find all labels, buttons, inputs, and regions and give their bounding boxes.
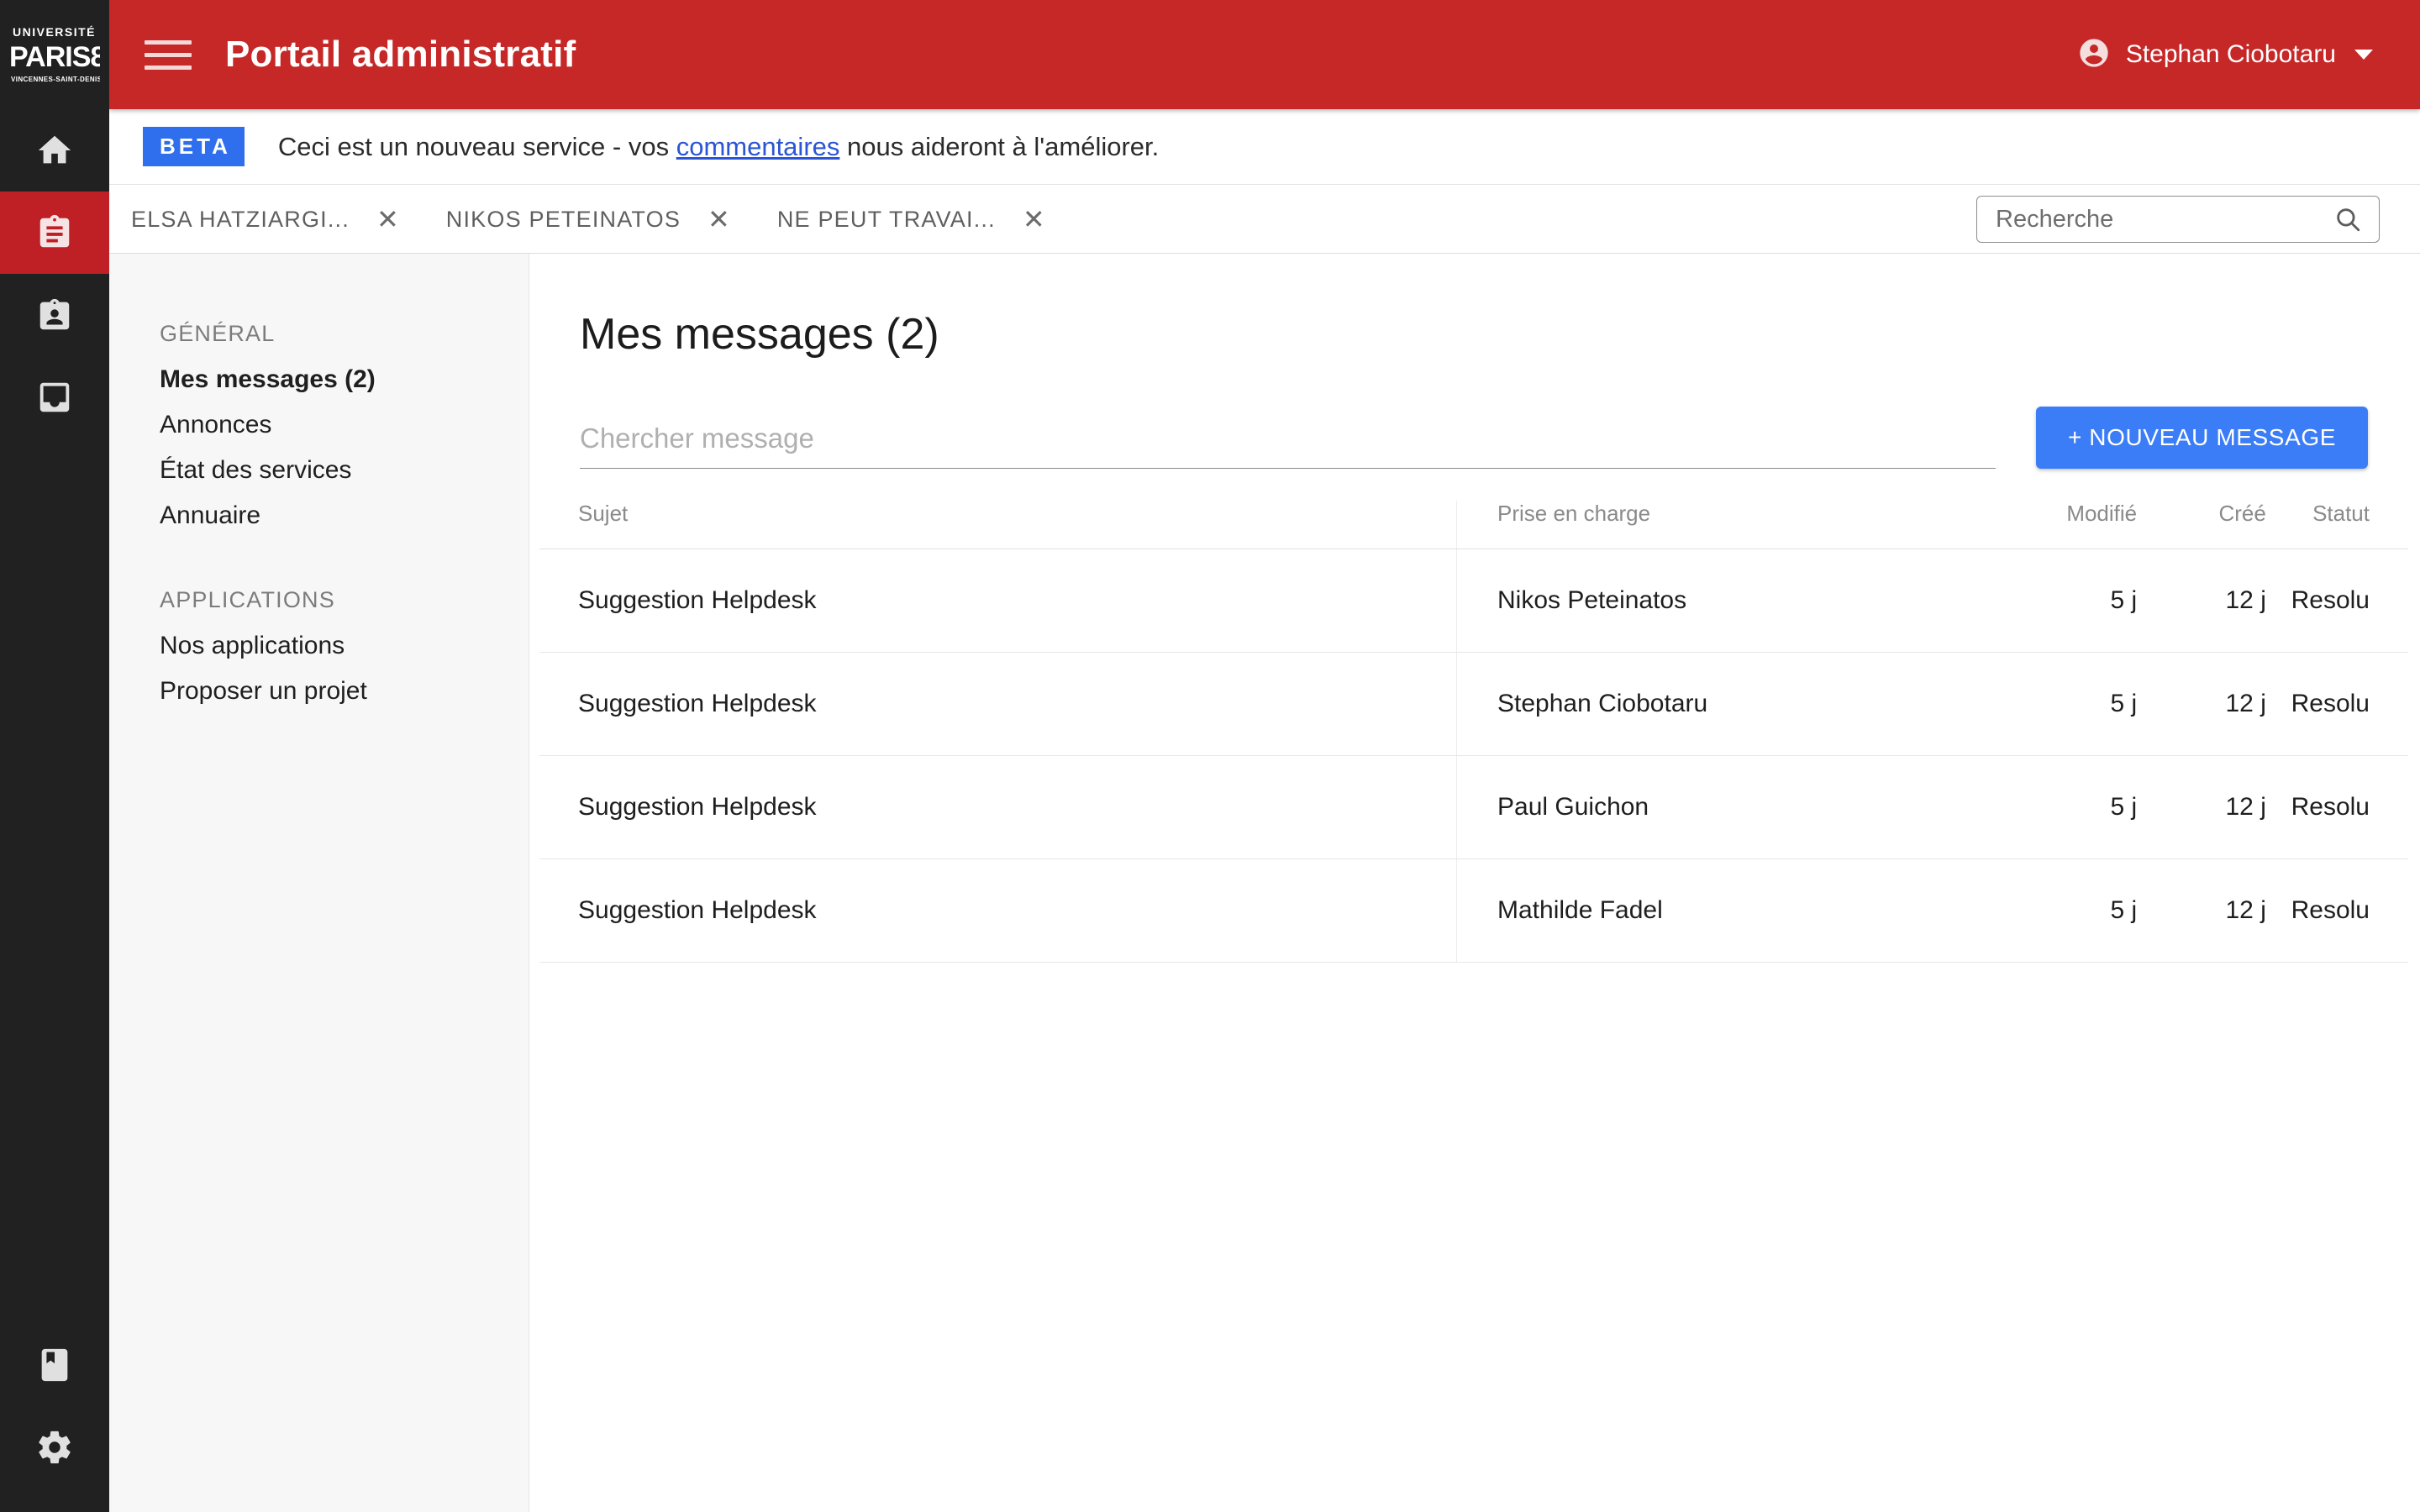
account-circle-icon xyxy=(2077,36,2111,74)
page-sidebar: GÉNÉRAL Mes messages (2) Annonces État d… xyxy=(109,254,529,1512)
rail-item-home[interactable] xyxy=(0,109,109,192)
column-header-modifie[interactable]: Modifié xyxy=(2007,501,2137,549)
sidebar-item-annonces[interactable]: Annonces xyxy=(109,402,529,448)
page-title: Mes messages (2) xyxy=(529,254,2420,360)
cell-sujet: Suggestion Helpdesk xyxy=(539,756,1457,859)
tab-label: NIKOS PETEINATOS xyxy=(424,207,681,233)
table-row[interactable]: Suggestion Helpdesk Paul Guichon 5 j 12 … xyxy=(539,756,2408,859)
search-input[interactable] xyxy=(1977,206,2327,234)
cell-statut: Resolu xyxy=(2266,859,2408,963)
hamburger-line xyxy=(145,66,192,70)
cell-prise-en-charge: Paul Guichon xyxy=(1457,756,2008,859)
rail-bottom-group xyxy=(0,1324,109,1512)
cell-cree: 12 j xyxy=(2137,859,2266,963)
svg-text:PARIS8: PARIS8 xyxy=(9,41,100,73)
nav-divider xyxy=(109,538,529,587)
bookmark-book-icon xyxy=(35,1346,74,1384)
cell-sujet: Suggestion Helpdesk xyxy=(539,859,1457,963)
chevron-down-icon[interactable] xyxy=(2354,50,2373,60)
svg-text:VINCENNES-SAINT-DENIS: VINCENNES-SAINT-DENIS xyxy=(11,76,100,83)
column-header-prise-en-charge[interactable]: Prise en charge xyxy=(1457,501,2008,549)
home-icon xyxy=(35,131,74,170)
rail-item-inbox[interactable] xyxy=(0,356,109,438)
university-logo: UNIVERSITÉ PARIS8 VINCENNES-SAINT-DENIS xyxy=(0,0,109,109)
table-row[interactable]: Suggestion Helpdesk Stephan Ciobotaru 5 … xyxy=(539,653,2408,756)
tab-label: NE PEUT TRAVAI... xyxy=(755,207,996,233)
cell-cree: 12 j xyxy=(2137,756,2266,859)
global-search[interactable] xyxy=(1976,196,2380,243)
sidebar-item-mes-messages[interactable]: Mes messages (2) xyxy=(109,357,529,402)
feedback-link[interactable]: commentaires xyxy=(676,132,840,161)
rail-item-directory[interactable] xyxy=(0,274,109,356)
beta-text-after: nous aideront à l'améliorer. xyxy=(839,132,1159,161)
table-row[interactable]: Suggestion Helpdesk Mathilde Fadel 5 j 1… xyxy=(539,859,2408,963)
cell-modifie: 5 j xyxy=(2007,859,2137,963)
hamburger-line xyxy=(145,40,192,45)
cell-cree: 12 j xyxy=(2137,549,2266,653)
messages-table: Sujet Prise en charge Modifié Créé Statu… xyxy=(539,501,2408,963)
rail-item-requests[interactable] xyxy=(0,192,109,274)
tab-nikos-peteinatos[interactable]: NIKOS PETEINATOS ✕ xyxy=(424,186,755,254)
cell-modifie: 5 j xyxy=(2007,549,2137,653)
messages-table-wrapper: Sujet Prise en charge Modifié Créé Statu… xyxy=(529,501,2420,963)
close-icon[interactable]: ✕ xyxy=(681,206,755,233)
cell-prise-en-charge: Mathilde Fadel xyxy=(1457,859,2008,963)
beta-banner-text: Ceci est un nouveau service - vos commen… xyxy=(278,132,1159,162)
rail-item-settings[interactable] xyxy=(0,1406,109,1488)
cell-sujet: Suggestion Helpdesk xyxy=(539,653,1457,756)
column-header-sujet[interactable]: Sujet xyxy=(539,501,1457,549)
tab-ne-peut-travai[interactable]: NE PEUT TRAVAI... ✕ xyxy=(755,186,1071,254)
hamburger-icon[interactable] xyxy=(145,38,192,71)
badge-id-icon xyxy=(35,296,74,334)
table-row[interactable]: Suggestion Helpdesk Nikos Peteinatos 5 j… xyxy=(539,549,2408,653)
tab-elsa-hatziargi[interactable]: ELSA HATZIARGI... ✕ xyxy=(109,186,424,254)
table-head: Sujet Prise en charge Modifié Créé Statu… xyxy=(539,501,2408,549)
svg-text:UNIVERSITÉ: UNIVERSITÉ xyxy=(13,25,96,39)
cell-cree: 12 j xyxy=(2137,653,2266,756)
sidebar-item-etat-des-services[interactable]: État des services xyxy=(109,448,529,493)
cell-sujet: Suggestion Helpdesk xyxy=(539,549,1457,653)
new-message-button[interactable]: + NOUVEAU MESSAGE xyxy=(2036,407,2368,469)
close-icon[interactable]: ✕ xyxy=(996,206,1071,233)
nav-group-title-applications: APPLICATIONS xyxy=(109,587,529,623)
user-name-label: Stephan Ciobotaru xyxy=(2126,40,2336,69)
clipboard-icon xyxy=(35,213,74,252)
page-title-header: Portail administratif xyxy=(225,34,576,76)
cell-statut: Resolu xyxy=(2266,653,2408,756)
main-content: Mes messages (2) + NOUVEAU MESSAGE Sujet… xyxy=(529,254,2420,1512)
hamburger-line xyxy=(145,53,192,57)
beta-text-before: Ceci est un nouveau service - vos xyxy=(278,132,676,161)
cell-prise-en-charge: Nikos Peteinatos xyxy=(1457,549,2008,653)
column-header-cree[interactable]: Créé xyxy=(2137,501,2266,549)
search-message-input[interactable] xyxy=(580,423,1996,454)
icon-rail: UNIVERSITÉ PARIS8 VINCENNES-SAINT-DENIS xyxy=(0,0,109,1512)
cell-modifie: 5 j xyxy=(2007,653,2137,756)
table-header-row: Sujet Prise en charge Modifié Créé Statu… xyxy=(539,501,2408,549)
gear-icon xyxy=(35,1428,74,1467)
sidebar-item-proposer-un-projet[interactable]: Proposer un projet xyxy=(109,669,529,714)
content-toolbar: + NOUVEAU MESSAGE xyxy=(529,360,2420,469)
column-header-statut[interactable]: Statut xyxy=(2266,501,2408,549)
inbox-icon xyxy=(35,378,74,417)
tab-label: ELSA HATZIARGI... xyxy=(109,207,350,233)
app-header: Portail administratif Stephan Ciobotaru xyxy=(109,0,2420,109)
cell-modifie: 5 j xyxy=(2007,756,2137,859)
cell-prise-en-charge: Stephan Ciobotaru xyxy=(1457,653,2008,756)
rail-item-documentation[interactable] xyxy=(0,1324,109,1406)
close-icon[interactable]: ✕ xyxy=(350,206,424,233)
table-body: Suggestion Helpdesk Nikos Peteinatos 5 j… xyxy=(539,549,2408,963)
sidebar-item-nos-applications[interactable]: Nos applications xyxy=(109,623,529,669)
user-menu[interactable]: Stephan Ciobotaru xyxy=(2077,36,2373,74)
nav-group-title-general: GÉNÉRAL xyxy=(109,321,529,357)
message-search-field[interactable] xyxy=(580,423,1996,469)
sidebar-item-annuaire[interactable]: Annuaire xyxy=(109,493,529,538)
search-icon[interactable] xyxy=(2327,205,2379,234)
cell-statut: Resolu xyxy=(2266,549,2408,653)
tab-bar: ELSA HATZIARGI... ✕ NIKOS PETEINATOS ✕ N… xyxy=(109,186,2420,254)
status-badge: BETA xyxy=(143,127,245,166)
beta-banner: BETA Ceci est un nouveau service - vos c… xyxy=(109,109,2420,185)
cell-statut: Resolu xyxy=(2266,756,2408,859)
